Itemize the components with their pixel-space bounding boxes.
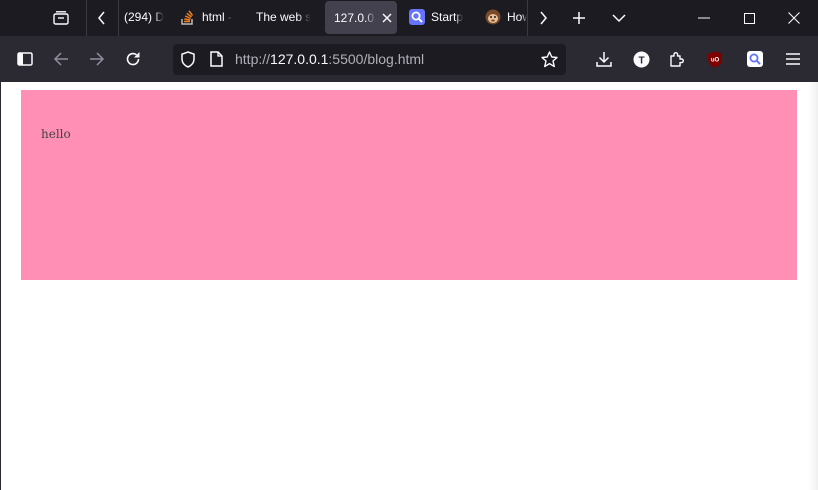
tab-startpage[interactable]: Startp [409,0,465,34]
url-host: 127.0.0.1 [270,51,329,67]
firefox-view-button[interactable] [46,0,76,36]
forward-button[interactable] [83,45,111,73]
shield-icon[interactable] [180,51,196,68]
scroll-tabs-left-button[interactable] [90,0,114,36]
puzzle-icon [669,51,685,67]
scrollbar-track [808,82,818,490]
download-icon [596,51,612,67]
close-icon[interactable] [380,11,394,25]
tab-separator [118,0,119,36]
page-content: hello [0,82,818,490]
ublock-origin-button[interactable]: uO [701,45,729,73]
url-path: :5500/blog.html [328,51,425,67]
hello-text: hello [41,127,71,141]
new-tab-button[interactable] [566,0,592,36]
tab-localhost-active[interactable]: 127.0.0. [325,1,397,34]
tab-label: html - [202,10,232,24]
arrow-right-icon [89,52,105,66]
tab-the-web[interactable]: The web s [256,0,314,34]
chevron-down-icon [612,13,626,23]
app-menu-button[interactable] [779,45,807,73]
extensions-button[interactable] [663,45,691,73]
page-info-icon[interactable] [210,51,223,67]
minimize-button[interactable] [681,0,727,36]
list-all-tabs-button[interactable] [606,0,632,36]
url-bar[interactable]: http://127.0.0.1:5500/blog.html [173,44,566,75]
account-avatar-icon: T [633,51,650,68]
startpage-extension-button[interactable] [741,45,769,73]
startpage-icon [409,9,425,25]
reload-button[interactable] [119,45,147,73]
svg-text:uO: uO [711,57,720,63]
hamburger-menu-icon [786,53,800,65]
url-text[interactable]: http://127.0.0.1:5500/blog.html [235,51,424,67]
plus-icon [572,11,586,25]
tab-separator [86,0,87,36]
sidebar-icon [17,52,33,66]
maximize-icon [743,12,755,24]
svg-text:T: T [638,55,644,66]
ublock-shield-icon: uO [707,51,723,68]
tab-label: How [507,10,527,24]
close-window-button[interactable] [771,0,817,36]
monkey-icon [485,9,501,25]
tab-label: (294) D [124,10,164,24]
arrow-left-icon [53,52,69,66]
back-button[interactable] [47,45,75,73]
star-icon[interactable] [541,51,558,68]
tab-label: 127.0.0. [334,10,376,25]
navigation-toolbar: http://127.0.0.1:5500/blog.html T uO [0,36,818,82]
firefox-view-icon [52,10,70,26]
tab-stackoverflow[interactable]: html - [180,0,244,34]
chevron-left-icon [97,11,107,25]
stackoverflow-icon [180,9,196,25]
tab-strip: (294) D html - The web s 127.0.0. Startp [0,0,818,36]
tab-label: The web s [256,10,312,24]
url-protocol: http:// [235,51,271,67]
tab-label: Startp [431,10,464,24]
reload-icon [125,51,141,67]
browser-window: (294) D html - The web s 127.0.0. Startp [0,0,818,490]
startpage-icon [747,51,763,67]
tab-monkey[interactable]: How [485,0,527,34]
tab-youtube[interactable]: (294) D [124,0,164,34]
chevron-right-icon [538,11,548,25]
downloads-button[interactable] [590,45,618,73]
account-button[interactable]: T [627,45,655,73]
scroll-tabs-right-button[interactable] [531,0,555,36]
pink-content-box: hello [21,90,797,280]
close-icon [788,12,800,24]
tab-separator [527,0,528,36]
maximize-button[interactable] [727,0,771,36]
sidebar-toggle-button[interactable] [11,45,39,73]
minimize-icon [698,17,710,19]
